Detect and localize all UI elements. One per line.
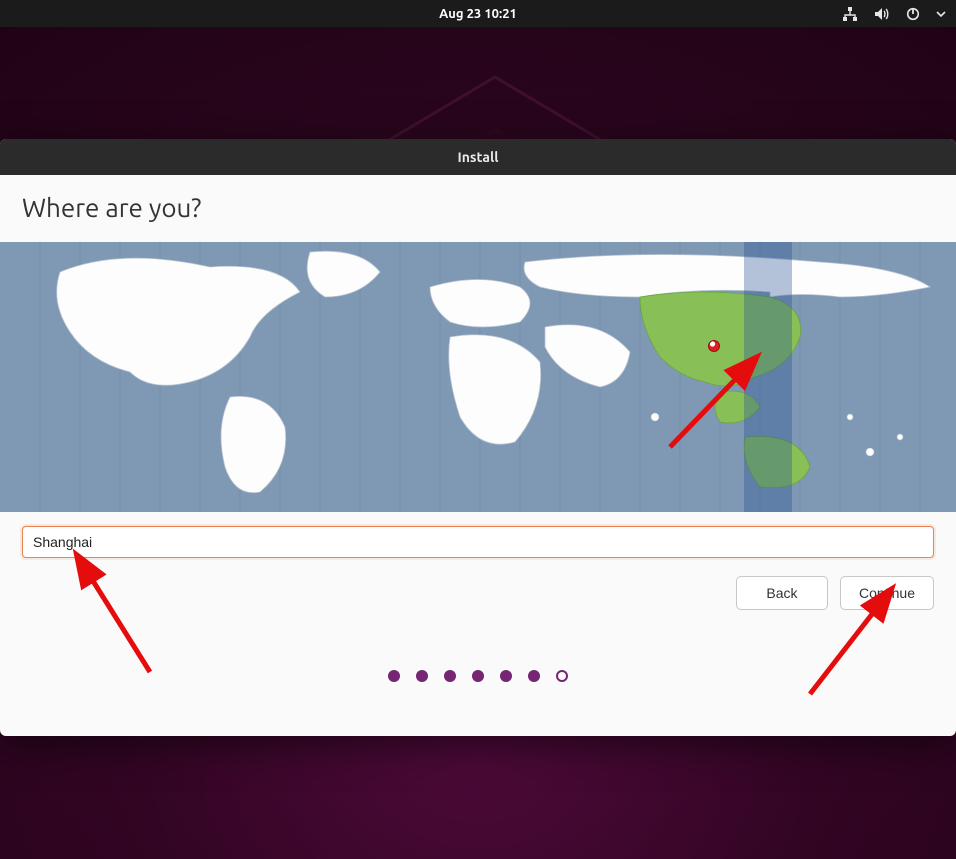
- window-titlebar[interactable]: Install: [0, 139, 956, 175]
- progress-dots: [22, 670, 934, 682]
- progress-dot: [528, 670, 540, 682]
- window-title: Install: [458, 149, 499, 165]
- desktop: Install Where are you?: [0, 27, 956, 859]
- location-field-wrap: [22, 526, 934, 558]
- progress-dot: [472, 670, 484, 682]
- install-window: Install Where are you?: [0, 139, 956, 736]
- caret-down-icon[interactable]: [936, 9, 946, 19]
- nav-button-row: Back Continue: [22, 576, 934, 610]
- progress-dot: [444, 670, 456, 682]
- back-button[interactable]: Back: [736, 576, 828, 610]
- power-icon[interactable]: [906, 7, 920, 21]
- network-wired-icon[interactable]: [842, 7, 858, 21]
- selected-timezone-band: [744, 242, 792, 512]
- volume-icon[interactable]: [874, 7, 890, 21]
- progress-dot-empty: [556, 670, 568, 682]
- world-map-svg: [0, 242, 956, 512]
- continue-button[interactable]: Continue: [840, 576, 934, 610]
- progress-dot: [500, 670, 512, 682]
- progress-dot: [388, 670, 400, 682]
- progress-dot: [416, 670, 428, 682]
- timezone-map[interactable]: [0, 242, 956, 512]
- install-body: Where are you?: [0, 175, 956, 736]
- location-pin[interactable]: [708, 340, 720, 352]
- system-tray[interactable]: [842, 7, 946, 21]
- clock[interactable]: Aug 23 10:21: [439, 7, 517, 21]
- location-input[interactable]: [22, 526, 934, 558]
- page-heading: Where are you?: [22, 193, 934, 222]
- gnome-top-bar: Aug 23 10:21: [0, 0, 956, 27]
